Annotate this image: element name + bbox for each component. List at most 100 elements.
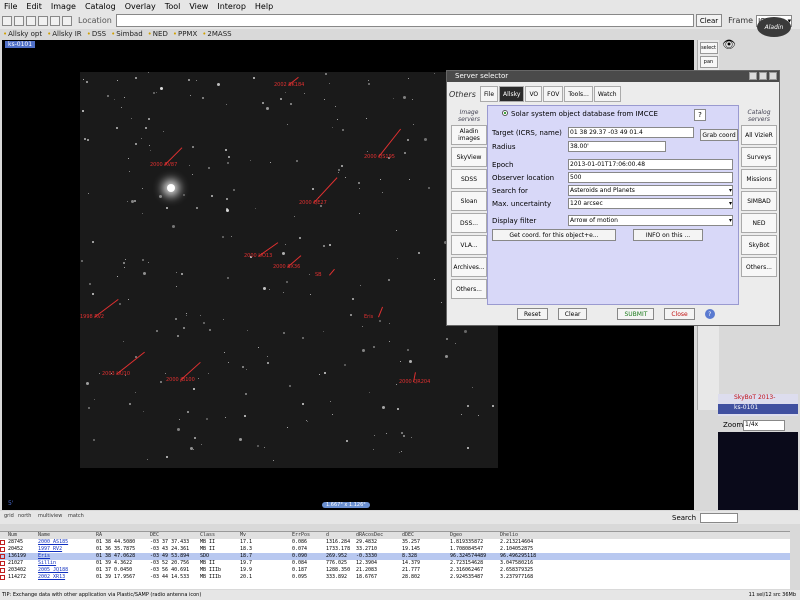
close-button[interactable]: Close [664, 308, 695, 320]
location-input[interactable] [115, 14, 694, 27]
object-label[interactable]: Eris [364, 314, 373, 320]
column-header[interactable]: DEC [150, 532, 200, 539]
menu-overlay[interactable]: Overlay [125, 2, 156, 11]
submit-button[interactable]: SUBMIT [617, 308, 655, 320]
menu-view[interactable]: View [189, 2, 208, 11]
catalog-server-button[interactable]: NED [741, 213, 777, 233]
close-window-button[interactable] [769, 72, 777, 80]
dialog-titlebar[interactable]: Server selector [447, 71, 779, 82]
radius-input[interactable]: 38.00' [568, 141, 666, 152]
tab-vo[interactable]: VO [525, 86, 543, 102]
checkbox-icon[interactable] [0, 547, 5, 552]
north-toggle[interactable]: north [18, 513, 31, 519]
multiview-toggle[interactable]: multiview [38, 513, 62, 519]
catalog-server-button[interactable]: All VizieR [741, 125, 777, 145]
image-server-button[interactable]: Others... [451, 279, 487, 299]
grid-toggle[interactable]: grid [4, 513, 14, 519]
column-header[interactable]: Dgeo [450, 532, 500, 539]
table-row[interactable]: 136199 Eris 01 38 47.0628 -03 49 53.894 SDO 1… [0, 553, 790, 560]
tool-pan-button[interactable]: pan [699, 56, 718, 68]
row-checkbox[interactable] [0, 574, 8, 581]
uncertainty-select[interactable]: 120 arcsec ▾ [568, 198, 733, 209]
grab-coord-button[interactable]: Grab coord [700, 129, 738, 141]
tab-tools[interactable]: Tools... [564, 86, 593, 102]
reload-icon[interactable] [26, 15, 36, 26]
row-checkbox[interactable] [0, 539, 8, 546]
observer-input[interactable]: 500 [568, 172, 733, 183]
image-server-button[interactable]: VLA... [451, 235, 487, 255]
tab-allsky[interactable]: Allsky [499, 86, 525, 102]
menu-tool[interactable]: Tool [165, 2, 181, 11]
column-header[interactable] [0, 532, 8, 539]
column-header[interactable]: ErrPos [292, 532, 326, 539]
table-cell[interactable]: 1997 RV2 [38, 546, 96, 553]
table-row[interactable]: 28745 2000 AS185 01 38 44.5080 -03 37 37.43… [0, 539, 790, 546]
column-header[interactable]: RA [96, 532, 150, 539]
form-help-button[interactable]: ? [694, 109, 706, 121]
stack-item-image[interactable]: ks-0101 [718, 404, 798, 414]
eye-icon[interactable]: 👁 [722, 39, 742, 50]
bookmark-ned[interactable]: NED [148, 30, 168, 38]
help-icon[interactable]: ? [704, 309, 715, 319]
table-cell[interactable]: 2002 XR13 [38, 574, 96, 581]
catalog-server-button[interactable]: Missions [741, 169, 777, 189]
reset-button[interactable]: Reset [517, 308, 548, 320]
checkbox-icon[interactable] [0, 575, 5, 580]
table-row[interactable]: 21027 Sillin 01 39 4.3622 -03 52 20.756 MB I… [0, 560, 790, 567]
tab-file[interactable]: File [480, 86, 499, 102]
display-filter-select[interactable]: Arrow of motion ▾ [568, 215, 733, 226]
table-cell[interactable]: Eris [38, 553, 96, 560]
checkbox-icon[interactable] [0, 568, 5, 573]
save-icon[interactable] [14, 15, 24, 26]
tool-select-button[interactable]: select [699, 42, 718, 54]
bookmark-2mass[interactable]: 2MASS [202, 30, 231, 38]
zoom-preview[interactable] [718, 432, 798, 510]
bookmark-allsky-ir[interactable]: Allsky IR [47, 30, 81, 38]
zoom-select[interactable]: 1/4x [743, 420, 785, 431]
catalog-server-button[interactable]: SIMBAD [741, 191, 777, 211]
row-checkbox[interactable] [0, 553, 8, 560]
checkbox-icon[interactable] [0, 540, 5, 545]
location-clear-button[interactable]: Clear [695, 14, 723, 27]
column-header[interactable]: dDEC [402, 532, 450, 539]
column-header[interactable]: dRAcosDec [356, 532, 402, 539]
info-button[interactable]: INFO on this ... [633, 229, 703, 241]
column-header[interactable]: Class [200, 532, 240, 539]
table-row[interactable]: 114272 2002 XR13 01 39 17.9567 -03 44 14.53… [0, 574, 790, 581]
row-checkbox[interactable] [0, 567, 8, 574]
clear-button[interactable]: Clear [557, 308, 588, 320]
row-checkbox[interactable] [0, 546, 8, 553]
search-input[interactable] [700, 513, 738, 523]
row-checkbox[interactable] [0, 560, 8, 567]
forward-icon[interactable] [62, 15, 72, 26]
menu-help[interactable]: Help [255, 2, 273, 11]
table-cell[interactable]: Sillin [38, 560, 96, 567]
bookmark-allsky-opt[interactable]: Allsky opt [3, 30, 42, 38]
home-icon[interactable] [38, 15, 48, 26]
menu-catalog[interactable]: Catalog [85, 2, 116, 11]
column-header[interactable]: d [326, 532, 356, 539]
column-header[interactable]: Num [8, 532, 38, 539]
maximize-button[interactable] [759, 72, 767, 80]
back-icon[interactable] [50, 15, 60, 26]
image-server-button[interactable]: Archives... [451, 257, 487, 277]
object-label[interactable]: 1998 RV2 [80, 314, 104, 320]
object-label[interactable]: SB [315, 272, 322, 278]
image-server-button[interactable]: DSS... [451, 213, 487, 233]
image-server-button[interactable]: Sloan [451, 191, 487, 211]
column-header[interactable]: Dhelio [500, 532, 562, 539]
bookmark-simbad[interactable]: Simbad [111, 30, 142, 38]
table-row[interactable]: 20452 1997 RV2 01 36 35.7875 -03 43 24.361 M… [0, 546, 790, 553]
checkbox-icon[interactable] [0, 554, 5, 559]
table-cell[interactable]: 2005 JQ188 [38, 567, 96, 574]
minimize-button[interactable] [749, 72, 757, 80]
catalog-server-button[interactable]: SkyBot [741, 235, 777, 255]
tab-watch[interactable]: Watch [593, 86, 621, 102]
get-coord-button[interactable]: Get coord. for this object+e... [492, 229, 616, 241]
image-server-button[interactable]: SkyView [451, 147, 487, 167]
menu-image[interactable]: Image [51, 2, 76, 11]
tab-fov[interactable]: FOV [543, 86, 564, 102]
bookmark-dss[interactable]: DSS [87, 30, 106, 38]
menu-interop[interactable]: Interop [217, 2, 246, 11]
search-for-select[interactable]: Asteroids and Planets ▾ [568, 185, 733, 196]
